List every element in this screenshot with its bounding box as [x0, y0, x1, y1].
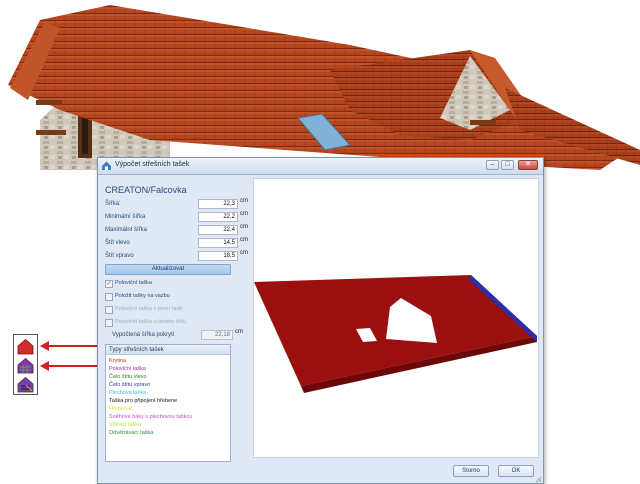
list-item[interactable]: Větrací taška — [109, 422, 141, 428]
left-gable-label: Štít vlevo — [105, 240, 130, 246]
half-tile-checkbox[interactable]: ✓ Poloviční taška — [105, 279, 235, 289]
list-item[interactable]: Poloviční taška — [109, 366, 146, 372]
arrow-icon — [40, 341, 102, 351]
checkbox-checked-icon[interactable]: ✓ — [105, 280, 113, 288]
min-width-label: Minimální šířka — [105, 214, 146, 220]
side-toolbar — [13, 334, 38, 395]
roof-tiles-icon[interactable] — [17, 357, 34, 374]
checkbox-label: Poloviční taška — [115, 280, 152, 286]
max-width-unit: cm — [240, 224, 248, 230]
computed-width-unit: cm — [235, 329, 243, 335]
roof-preview-canvas — [254, 275, 537, 393]
maximize-button[interactable]: □ — [501, 160, 514, 170]
bond-laying-checkbox[interactable]: Položit tašky na vazbu — [105, 292, 235, 302]
roof-red-icon[interactable] — [17, 338, 34, 355]
half-tile-first-row-checkbox[interactable]: Poloviční taška v první řadě — [105, 305, 235, 315]
right-gable-unit: cm — [240, 250, 248, 256]
close-button[interactable]: ✕ — [518, 160, 538, 170]
max-width-label: Maximální šířka — [105, 227, 148, 233]
right-gable-input[interactable]: 18,5 — [198, 251, 238, 261]
app-icon — [102, 161, 111, 170]
list-item[interactable]: Taška pro připojení hřebene — [109, 398, 177, 404]
arrow-icon — [40, 361, 102, 371]
checkbox-disabled-icon[interactable] — [105, 319, 113, 327]
title-bar[interactable]: Výpočet střešních tašek – □ ✕ — [98, 158, 543, 175]
min-width-unit: cm — [240, 211, 248, 217]
rafter-end — [36, 100, 62, 105]
update-button[interactable]: Aktualizovat — [105, 264, 231, 275]
window-title: Výpočet střešních tašek — [115, 161, 190, 168]
minimize-button[interactable]: – — [486, 160, 499, 170]
computed-width-value: 22,18 — [201, 330, 233, 340]
pointer-arrows — [40, 341, 102, 371]
rafter-end — [470, 120, 496, 125]
resize-grip-icon[interactable] — [535, 476, 542, 483]
checkbox-label: Poloviční taška u levého štítu — [115, 319, 187, 325]
cancel-button[interactable]: Storno — [453, 465, 489, 477]
roof-preview[interactable] — [253, 178, 539, 458]
ok-button[interactable]: OK — [498, 465, 534, 477]
tile-calculation-dialog: Výpočet střešních tašek – □ ✕ CREATON/Fa… — [97, 157, 544, 484]
left-gable-unit: cm — [240, 237, 248, 243]
checkbox-disabled-icon[interactable] — [105, 306, 113, 314]
checkbox-unchecked-icon[interactable] — [105, 293, 113, 301]
list-item[interactable]: Plechová taška — [109, 390, 146, 396]
checkbox-label: Poloviční taška v první řadě — [115, 306, 183, 312]
width-label: Šířka: — [105, 201, 121, 207]
left-gable-input[interactable]: 14,5 — [198, 238, 238, 248]
list-item[interactable]: Čelo štítu vlevo — [109, 374, 147, 380]
list-item[interactable]: Odvětrávací taška — [109, 430, 153, 436]
width-unit: cm — [240, 198, 248, 204]
list-item[interactable]: Krytina — [109, 358, 126, 364]
max-width-input[interactable]: 22,4 — [198, 225, 238, 235]
computed-width-label: Vypočtená šířka pokrytí — [112, 332, 175, 338]
product-name: CREATON/Falcovka — [105, 185, 187, 195]
right-gable-label: Štít vpravo — [105, 253, 134, 259]
list-item[interactable]: Sněhové háky s plechovou taškou — [109, 414, 192, 420]
tile-types-list[interactable]: Typy střešních tašek Krytina Poloviční t… — [105, 344, 231, 462]
roof-tiles-purple-icon[interactable] — [17, 376, 34, 393]
checkbox-label: Položit tašky na vazbu — [115, 293, 170, 299]
list-item[interactable]: Čelo štítu vpravo — [109, 382, 150, 388]
rafter-end — [36, 130, 66, 135]
width-input[interactable]: 22,3 — [198, 199, 238, 209]
min-width-input[interactable]: 22,2 — [198, 212, 238, 222]
half-tile-left-gable-checkbox[interactable]: Poloviční taška u levého štítu — [105, 318, 235, 328]
tile-types-header: Typy střešních tašek — [106, 345, 230, 355]
list-item[interactable]: Hřebenáč — [109, 406, 133, 412]
